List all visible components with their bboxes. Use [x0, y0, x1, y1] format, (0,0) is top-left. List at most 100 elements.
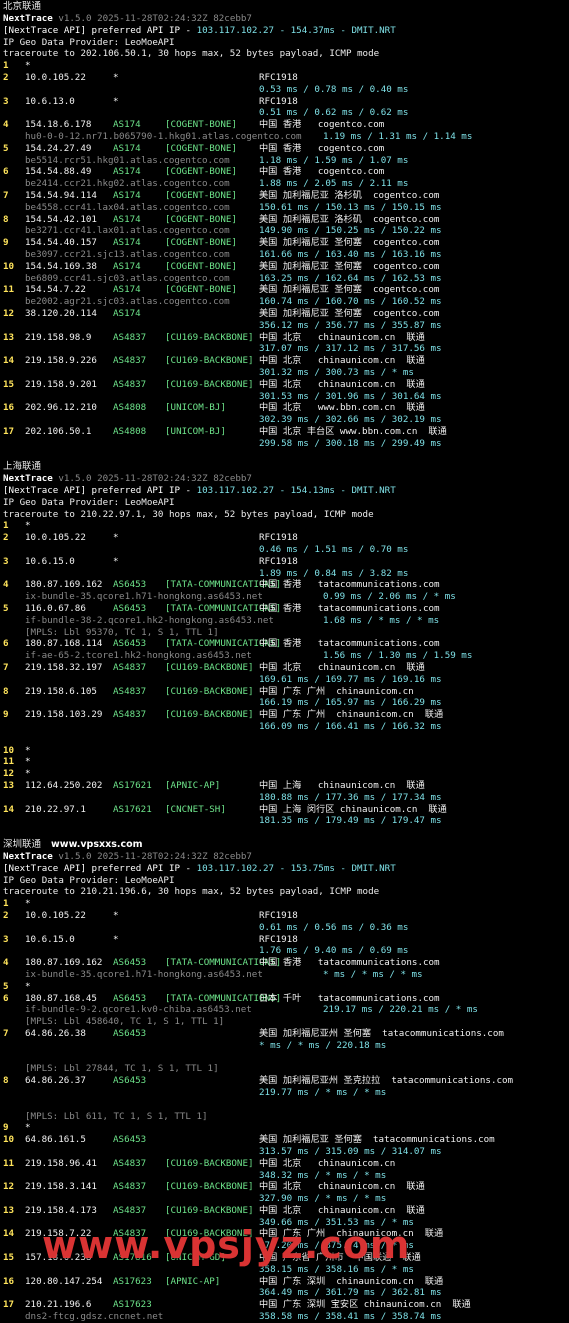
hop-geo: RFC1918 — [259, 532, 298, 544]
hop-line: hu0-0-0-12.nr71.b065790-1.hkg01.atlas.co… — [3, 131, 566, 143]
hop-number: 9 — [3, 1122, 9, 1134]
hop-latency: * ms / * ms / * ms — [323, 968, 423, 980]
api-label: [NextTrace API] preferred API IP - — [3, 485, 197, 497]
hop-row: 12 * — [3, 768, 566, 780]
hop-number: 3 — [3, 933, 9, 945]
hop-line: 8 154.54.42.101 AS174 [COGENT-BONE] 美国 加利福尼亚… — [3, 214, 566, 226]
hop-ip: 38.120.20.114 — [25, 307, 97, 319]
hop-tag: [COGENT-BONE] — [165, 237, 237, 249]
api-ip: 103.117.102.27 - 154.13ms - DMIT.NRT — [196, 485, 396, 497]
hop-latency: 313.57 ms / 315.09 ms / 314.07 ms — [259, 1145, 442, 1157]
hop-line: 13 219.158.98.9 AS4837 [CU169-BACKBONE] 中国 北… — [3, 332, 566, 344]
hop-tag: [COGENT-BONE] — [165, 260, 237, 272]
hop-number: 10 — [3, 260, 15, 272]
hop-row: be4558.ccr41.lax04.atlas.cogentco.com 150… — [3, 202, 566, 214]
hop-tag: [UNICOM-BJ] — [165, 402, 226, 414]
hop-hostname: ix-bundle-35.qcore1.h71-hongkong.as6453.… — [25, 591, 263, 603]
hop-tag: [CU169-BACKBONE] — [165, 685, 254, 697]
hop-ip: 112.64.250.202 — [25, 780, 103, 791]
hop-row: 11 * — [3, 756, 566, 768]
hop-ip: 219.158.6.105 — [25, 685, 97, 697]
hop-asn: AS174 — [113, 142, 141, 154]
hop-geo: 美国 加利福尼亚州 圣克拉拉 tatacommunications.com — [259, 1075, 514, 1087]
hop-asn: AS174 — [113, 166, 141, 178]
hop-geo: 中国 北京 chinaunicom.cn 联通 — [259, 1204, 425, 1216]
section-title-text: 深圳联通 — [3, 838, 42, 850]
hop-line: 3 10.6.15.0 * RFC1918 — [3, 556, 566, 568]
hop-row: 10 154.54.169.38 AS174 [COGENT-BONE] 美国 加利福尼… — [3, 261, 566, 273]
hop-row: 302.39 ms / 302.66 ms / 302.19 ms — [3, 414, 566, 426]
hop-asn: * — [113, 71, 119, 83]
hop-line: 181.35 ms / 179.49 ms / 179.47 ms — [3, 815, 566, 827]
hop-asn: AS6453 — [113, 957, 147, 969]
hop-geo: 中国 香港 tatacommunications.com — [259, 638, 440, 650]
hop-line: 1 * — [3, 520, 566, 532]
hop-line: 4 180.87.169.162 AS6453 [TATA-COMMUNICATION… — [3, 579, 566, 591]
hop-row: 4 180.87.169.162 AS6453 [TATA-COMMUNICATION… — [3, 957, 566, 969]
hop-row — [3, 827, 566, 839]
hop-line: 327.90 ms / * ms / * ms — [3, 1193, 566, 1205]
hop-latency: 166.09 ms / 166.41 ms / 166.32 ms — [259, 721, 442, 733]
hop-row: 1 * — [3, 60, 566, 72]
hop-row — [3, 449, 566, 461]
hop-number: 2 — [3, 71, 9, 83]
hop-row: 0.46 ms / 1.51 ms / 0.70 ms — [3, 544, 566, 556]
hop-latency: 301.32 ms / 300.73 ms / * ms — [259, 366, 414, 378]
hop-latency: 169.61 ms / 169.77 ms / 169.16 ms — [259, 673, 442, 685]
hop-geo: 美国 加利福尼亚 圣何塞 cogentco.com — [259, 307, 440, 319]
hop-row: 6 180.87.168.45 AS6453 [TATA-COMMUNICATIONS… — [3, 993, 566, 1005]
hop-hostname: if-bundle-38-2.qcore1.hk2-hongkong.as645… — [25, 614, 274, 626]
hop-ip: 116.0.67.86 — [25, 603, 86, 615]
hop-number: 13 — [3, 780, 15, 791]
hop-row: 5 116.0.67.86 AS6453 [TATA-COMMUNICATIONS] 中… — [3, 603, 566, 615]
hop-geo: 中国 北京 chinaunicom.cn 联通 — [259, 331, 425, 343]
hop-latency: 317.07 ms / 317.12 ms / 317.56 ms — [259, 343, 442, 355]
hop-row: 9 154.54.40.157 AS174 [COGENT-BONE] 美国 加利福尼亚… — [3, 237, 566, 249]
hop-number: 16 — [3, 402, 15, 414]
hop-geo: 美国 加利福尼亚 洛杉矶 cogentco.com — [259, 213, 440, 225]
hop-line: 14 219.158.9.226 AS4837 [CU169-BACKBONE] 中国 … — [3, 355, 566, 367]
section-title: 上海联通 — [3, 461, 566, 473]
hop-row: 7 154.54.94.114 AS174 [COGENT-BONE] 美国 加利福尼亚… — [3, 190, 566, 202]
hop-row: 8 219.158.6.105 AS4837 [CU169-BACKBONE] 中国 广… — [3, 686, 566, 698]
hop-line: 3 10.6.13.0 * RFC1918 — [3, 96, 566, 108]
hop-row: 10 64.86.161.5 AS6453 美国 加利福尼亚 圣何塞 tatacomm… — [3, 1134, 566, 1146]
hop-ip: 202.96.12.210 — [25, 402, 97, 414]
hop-row: 1 * — [3, 898, 566, 910]
hop-asn: AS17623 — [113, 1275, 152, 1287]
hop-ip: 154.54.88.49 — [25, 166, 92, 178]
hop-asn: AS6453 — [113, 638, 147, 650]
hop-row: if-ae-65-2.tcore1.hk2-hongkong.as6453.ne… — [3, 650, 566, 662]
hop-latency: 301.53 ms / 301.96 ms / 301.64 ms — [259, 390, 442, 402]
hop-ip: 154.54.169.38 — [25, 260, 97, 272]
hop-row: 14 219.158.9.226 AS4837 [CU169-BACKBONE] 中国 … — [3, 355, 566, 367]
hop-number: 14 — [3, 355, 15, 367]
hop-latency: 150.61 ms / 150.13 ms / 150.15 ms — [259, 201, 442, 213]
hop-asn: AS174 — [113, 213, 141, 225]
hop-line: if-bundle-38-2.qcore1.hk2-hongkong.as645… — [3, 615, 566, 627]
hop-asn: AS6453 — [113, 1027, 147, 1039]
hop-geo: 美国 加利福尼亚 圣何塞 cogentco.com — [259, 260, 440, 272]
hop-ip: 154.54.42.101 — [25, 213, 97, 225]
hop-row: 6 154.54.88.49 AS174 [COGENT-BONE] 中国 香港 cog… — [3, 166, 566, 178]
hop-latency: 0.61 ms / 0.56 ms / 0.36 ms — [259, 921, 409, 933]
hop-ip: 219.158.9.201 — [25, 378, 97, 390]
hop-line: 356.12 ms / 356.77 ms / 355.87 ms — [3, 320, 566, 332]
hop-hostname: if-bundle-9-2.qcore1.kv0-chiba.as6453.ne… — [25, 1004, 252, 1016]
hop-number: 9 — [3, 237, 9, 249]
hop-row: be3271.ccr41.lax01.atlas.cogentco.com 149… — [3, 225, 566, 237]
hop-tag: [CU169-BACKBONE] — [165, 1204, 254, 1216]
hop-line: 16 202.96.12.210 AS4808 [UNICOM-BJ] 中国 北京 ww… — [3, 402, 566, 414]
hop-line: 9 154.54.40.157 AS174 [COGENT-BONE] 美国 加利福尼亚… — [3, 237, 566, 249]
hop-geo: 中国 北京 chinaunicom.cn 联通 — [259, 378, 425, 390]
hop-number: 13 — [3, 331, 15, 343]
hop-timeout: * — [25, 520, 31, 532]
hop-ip: 180.87.168.45 — [25, 992, 97, 1004]
hop-line: 11 * — [3, 756, 566, 768]
hop-row: 166.09 ms / 166.41 ms / 166.32 ms — [3, 721, 566, 733]
hop-ip: 10.0.105.22 — [25, 909, 86, 921]
nexttrace-name: NextTrace — [3, 473, 53, 485]
hop-row: 0.53 ms / 0.78 ms / 0.40 ms — [3, 84, 566, 96]
api-line: [NextTrace API] preferred API IP - 103.1… — [3, 25, 566, 37]
hop-timeout: * — [25, 980, 31, 992]
